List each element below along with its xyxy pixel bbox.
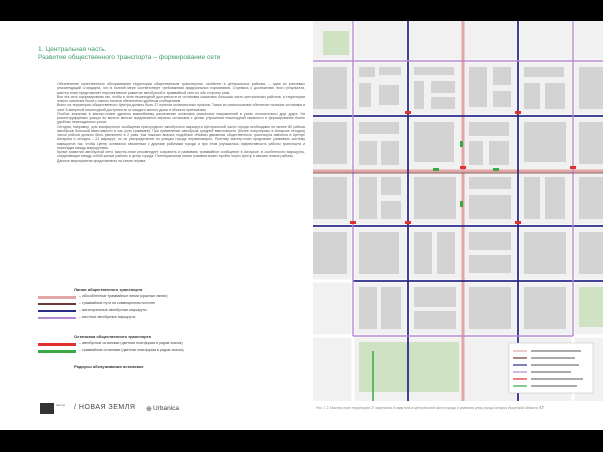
legend-header-stops: Остановки общественного транспорта [74,334,151,339]
figure-caption: Рис. 1.2. Мастер-план территории 27 квар… [316,406,538,410]
legend-label: – автобусные остановки (цветная платформ… [79,341,183,345]
paragraph: Всего на территории общественного Центра… [57,103,305,112]
document-page: 1. Центральная часть. Развитие обществен… [0,21,603,430]
legend-header-radius: Радиусы обслуживания остановок [74,364,144,369]
paragraph: Кроме развития автобусной сети, мастер-п… [57,150,305,159]
legend-swatch-tram-shared [38,303,76,305]
legend-label: – местные автобусные маршруты [79,315,136,319]
paragraph: Вся эта сеть сформирована так, чтобы в з… [57,94,305,103]
paragraph: Сегодня, например, для комфортного сообщ… [57,124,305,150]
paragraph: Обеспечение качественного обслуживания т… [57,82,305,95]
urbanica-logo: Urbanica [153,405,180,412]
legend-swatch-bus-stop [38,343,76,346]
legend-label: – трамвайные остановки (цветная платформ… [79,348,184,352]
masterplan-logo [40,403,54,414]
legend-item: – магистральные автобусные маршруты [38,308,288,313]
legend-item: – трамвайные остановки (цветная платформ… [38,348,288,353]
map-drawing [313,21,603,401]
legend-item: – местные автобусные маршруты [38,315,288,320]
page-footer: мастер / НОВАЯ ЗЕМЛЯ ⊕ Urbanica Рис. 1.2… [0,376,603,430]
paragraph: Данные мероприятия представлены на схеме… [57,158,147,163]
legend-item: – обособленные трамвайные линии (красные… [38,294,288,299]
legend-swatch-tram-red [38,296,76,299]
legend-swatch-bus-local [38,317,76,319]
legend-label: – обособленные трамвайные линии (красные… [79,294,168,298]
page-title: 1. Центральная часть. Развитие обществен… [38,46,220,63]
legend-swatch-bus-main [38,310,76,312]
legend-item: – трамвайные пути на совмещенном полотне [38,301,288,306]
legend-header-lines: Линии общественного транспорта [74,287,143,292]
legend-swatch-tram-stop [38,350,76,353]
logo1-text: мастер [56,403,66,407]
transport-map [313,21,603,401]
legend-label: – магистральные автобусные маршруты [79,308,147,312]
title-line-2: Развитие общественного транспорта – форм… [38,54,221,62]
novaya-zemlya-logo: / НОВАЯ ЗЕМЛЯ [74,404,136,411]
legend-label: – трамвайные пути на совмещенном полотне [79,301,156,305]
body-text: Обеспечение качественного обслуживания т… [57,82,305,163]
page-number: 47 [539,405,545,410]
paragraph: Особое значение в мастер-плане уделено в… [57,111,305,125]
legend-item: – автобусные остановки (цветная платформ… [38,341,288,346]
urbanica-icon: ⊕ [146,406,152,413]
